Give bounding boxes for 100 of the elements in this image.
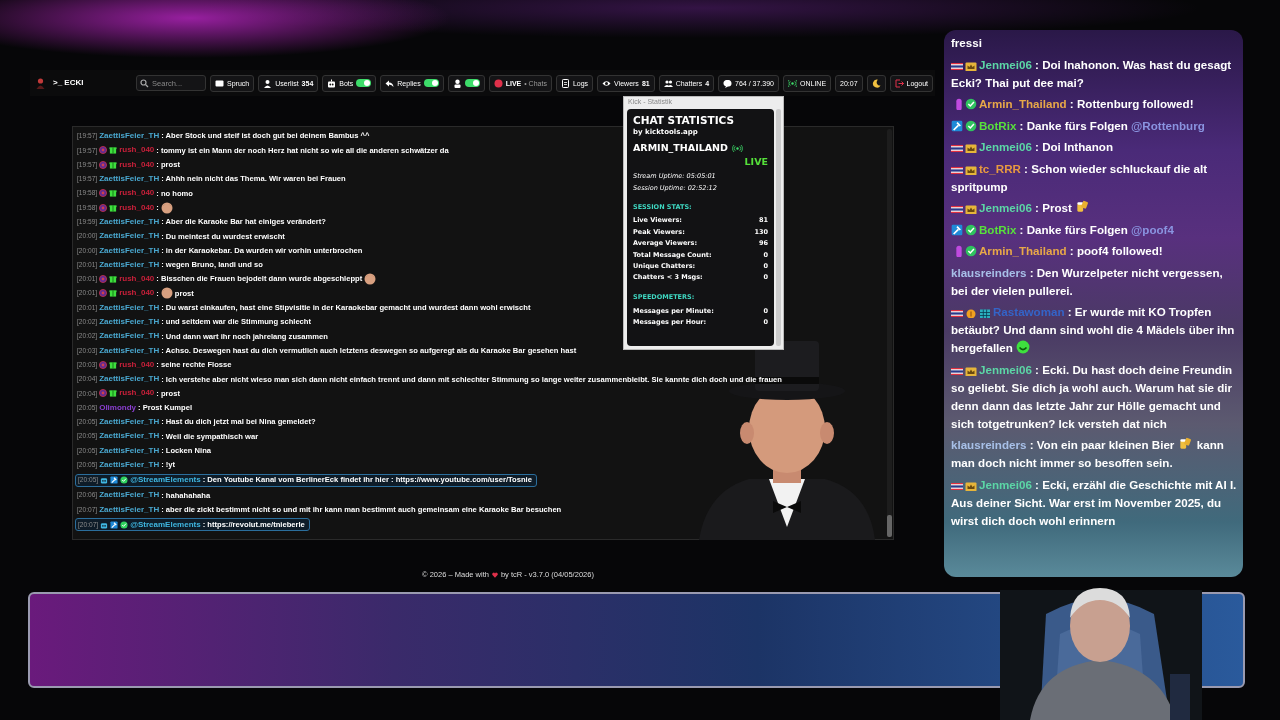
username[interactable]: ZaettisFeier_TH	[99, 316, 160, 328]
username[interactable]: BotRix	[979, 118, 1017, 132]
crown-badge-icon	[965, 366, 977, 376]
hammer-badge-icon	[951, 223, 963, 236]
coin-icon	[965, 309, 977, 318]
chat-message: Armin_Thailand : poof4 followed!	[951, 242, 1237, 260]
face-emote-icon	[160, 201, 173, 214]
face-emote-icon	[364, 273, 377, 286]
chat-message: tc_RRR : Schon wieder schluckauf die alt spritpump	[951, 160, 1209, 195]
gift-icon	[109, 275, 118, 284]
username[interactable]: Jenmei06	[979, 140, 1032, 153]
chat-message: klausreinders : Den Wurzelpeter nicht vergessen, bei der vielen pullerei.	[951, 264, 1224, 299]
username[interactable]: ZaettisFeier_TH	[99, 344, 160, 357]
round-badge-icon	[99, 360, 108, 369]
gift-icon	[109, 160, 118, 169]
check-badge-icon	[965, 245, 977, 257]
username[interactable]: ZaettisFeier_TH	[99, 503, 160, 516]
crown-badge-icon	[965, 205, 977, 214]
username[interactable]: Jenmei06	[979, 362, 1032, 376]
toggle-button[interactable]	[447, 74, 485, 92]
chat-message: Jenmei06 : Doi Inahonon. Was hast du gesagt Ecki? Thai put dee mai?	[951, 56, 1233, 91]
chat-message: Jenmei06 : Doi Inthanon	[951, 138, 1237, 156]
live-label: LIVE	[743, 155, 768, 170]
scrollbar[interactable]	[887, 129, 892, 537]
gift-icon	[109, 189, 118, 198]
check-badge-icon	[965, 98, 977, 110]
broadcast-icon	[731, 143, 743, 153]
user-icon	[263, 78, 273, 88]
flag-icon	[951, 366, 963, 376]
crown-badge-icon	[965, 165, 977, 175]
person-icon	[452, 78, 462, 88]
scrollbar[interactable]	[776, 109, 781, 346]
username[interactable]: klausreinders	[951, 265, 1027, 279]
face-emote-icon	[160, 287, 173, 300]
chat-message: klausreinders : Von ein paar kleinen Bier kann man doch nicht immer so besoffen sein.	[951, 436, 1225, 471]
username[interactable]: ZaettisFeier_TH	[99, 373, 160, 386]
flag-icon	[951, 309, 963, 318]
username[interactable]: Jenmei06	[979, 201, 1032, 214]
flag-icon	[951, 205, 963, 214]
chat-message: BotRix : Danke fürs Folgen @poof4	[951, 220, 1237, 239]
check-badge-icon	[965, 119, 977, 132]
avatar-icon	[36, 77, 45, 89]
username[interactable]: klausreinders	[951, 438, 1027, 451]
username[interactable]: ZaettisFeier_TH	[99, 130, 160, 143]
verified-icon	[120, 476, 129, 485]
crown-badge-icon	[965, 481, 977, 491]
eye-icon	[602, 78, 612, 88]
flag-icon	[951, 481, 963, 491]
beer-emote-icon	[1177, 437, 1192, 451]
username[interactable]: BotRix	[979, 222, 1017, 236]
toolbar-button[interactable]	[866, 74, 886, 92]
chat-message: Armin_Thailand : Rottenburg followed!	[951, 95, 1237, 113]
username[interactable]: ZaettisFeier_TH	[99, 416, 160, 429]
username[interactable]: ZaettisFeier_TH	[99, 458, 160, 471]
username[interactable]: Armin_Thailand	[979, 244, 1067, 257]
flag-icon	[951, 144, 963, 153]
chat-message: Jenmei06 : Ecki, erzähl die Geschichte mit AI I. Aus deiner Sicht. War erst im November 2025, du wirst dich doch wohl erinnern	[951, 476, 1237, 529]
logout-icon	[894, 78, 904, 88]
chat-message: Rastawoman : Er wurde mit KO Tropfen betäubt? Und dann sind wohl die 4 Mädels über ihn hergefallen	[951, 304, 1236, 356]
toggle-switch[interactable]	[464, 79, 480, 87]
chat-message: Jenmei06 : Prost	[951, 199, 1237, 217]
gift-icon	[109, 203, 118, 212]
moon-icon	[871, 78, 881, 88]
mention-link[interactable]: @Rottenburg	[1131, 118, 1205, 132]
robot-icon	[327, 78, 337, 88]
toggle-switch[interactable]	[423, 79, 439, 87]
crown-badge-icon	[965, 61, 977, 71]
username[interactable]: ZaettisFeier_TH	[99, 215, 160, 228]
username[interactable]: ZaettisFeier_TH	[99, 444, 160, 457]
crown-badge-icon	[965, 144, 977, 153]
username[interactable]: ZaettisFeier_TH	[99, 330, 160, 343]
flag-icon	[951, 165, 963, 175]
grid-badge-icon	[979, 309, 991, 318]
beer-emote-icon	[1075, 200, 1090, 214]
username[interactable]: tc_RRR	[979, 161, 1021, 175]
document-icon	[560, 78, 570, 88]
check-badge-icon	[965, 223, 977, 236]
username[interactable]: ZaettisFeier_TH	[99, 244, 160, 257]
round-badge-icon	[99, 389, 108, 398]
username[interactable]: @StreamElements	[130, 518, 201, 531]
username[interactable]: ZaettisFeier_TH	[99, 173, 160, 186]
username[interactable]: ZaettisFeier_TH	[99, 230, 160, 243]
smiley-emote-icon	[1016, 340, 1031, 354]
hammer-badge-icon	[110, 476, 119, 485]
gift-icon	[109, 146, 118, 155]
chat-bubble-icon	[723, 78, 733, 88]
chat-message: BotRix : Danke fürs Folgen @Rottenburg	[951, 116, 1237, 135]
username[interactable]: ZaettisFeier_TH	[99, 258, 160, 271]
username[interactable]: Jenmei06	[979, 57, 1032, 71]
toggle-switch[interactable]	[356, 79, 372, 87]
verified-icon	[120, 520, 129, 529]
username[interactable]: ZaettisFeier_TH	[99, 489, 160, 502]
hammer-badge-icon	[110, 520, 119, 529]
username[interactable]: ZaettisFeier_TH	[99, 430, 160, 443]
username[interactable]: ZaettisFeier_TH	[99, 301, 160, 314]
username[interactable]: Armin_Thailand	[979, 97, 1067, 110]
mention-link[interactable]: @poof4	[1131, 222, 1174, 236]
channel-name: ARMIN_THAILAND	[633, 141, 728, 156]
username[interactable]: @StreamElements	[130, 474, 201, 487]
heart-icon	[491, 571, 498, 578]
